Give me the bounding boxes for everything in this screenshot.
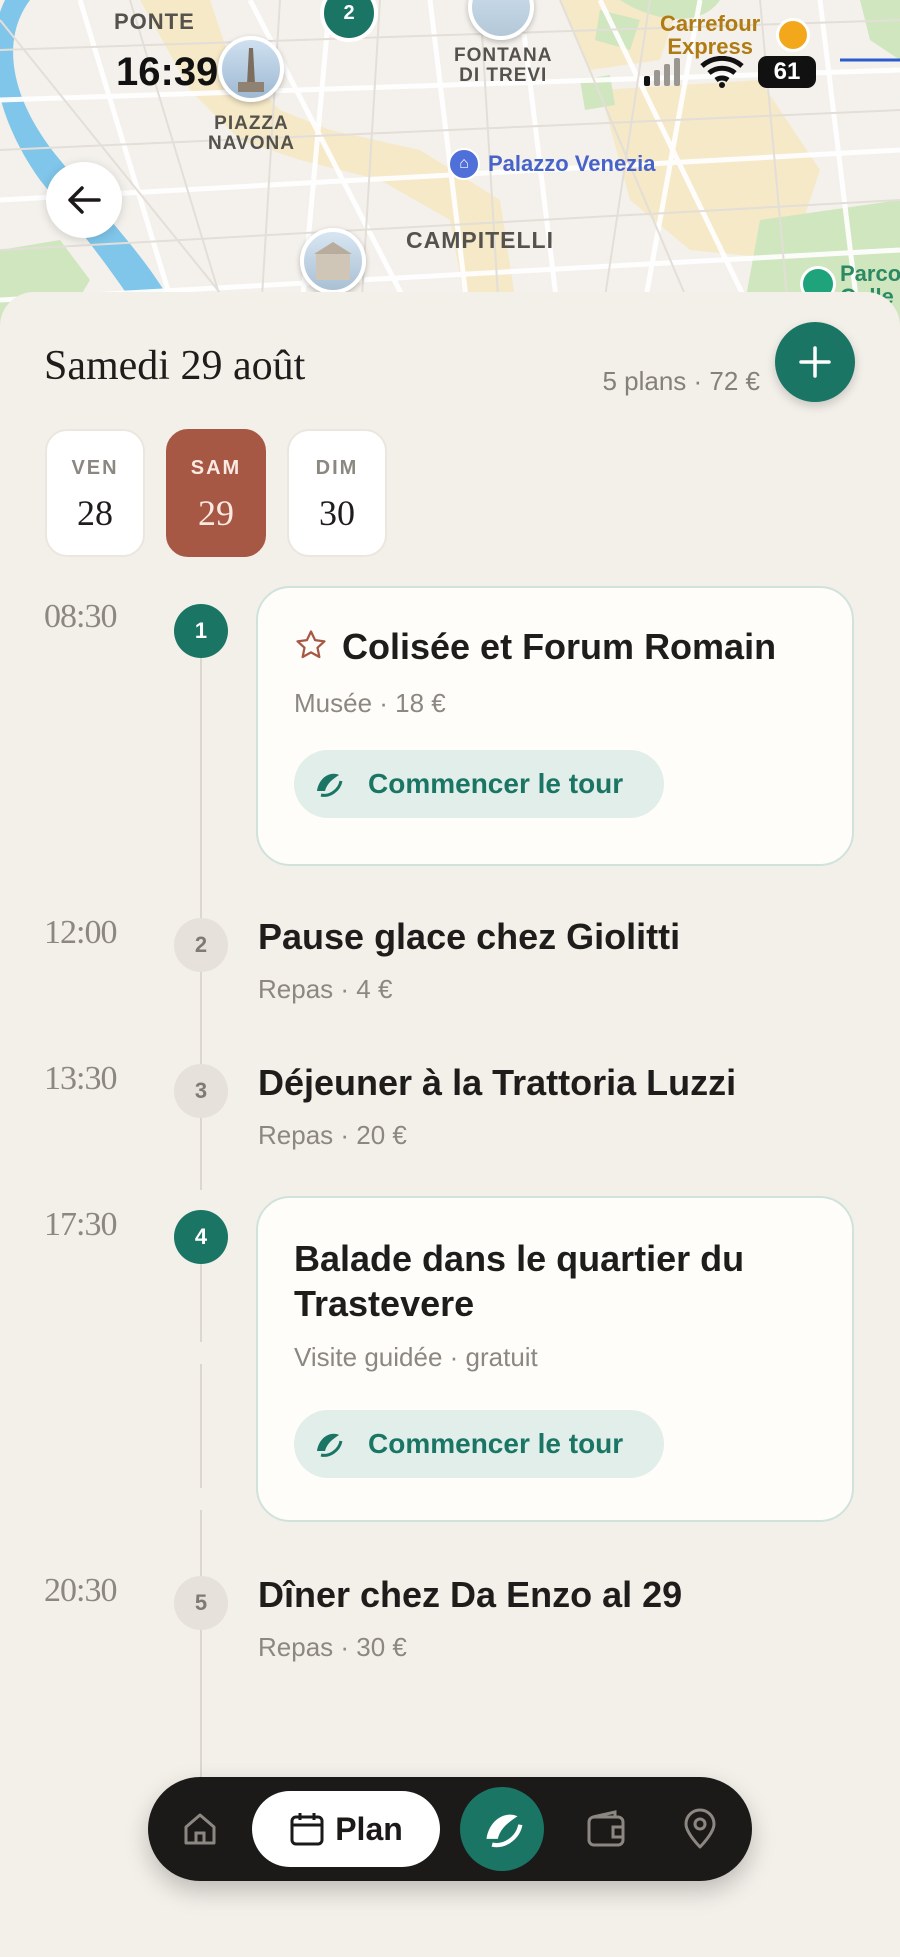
wifi-icon <box>700 55 744 93</box>
day-pill-number: 28 <box>77 493 113 533</box>
plus-icon <box>799 346 831 378</box>
timeline-line <box>200 1364 202 1488</box>
page-title: Samedi 29 août <box>44 343 306 389</box>
plan-index-badge: 4 <box>174 1210 228 1264</box>
start-tour-label: Commencer le tour <box>368 768 624 799</box>
plan-meta: Repas · 30 € <box>258 1632 407 1662</box>
map-label-parco-line1: Parco <box>840 261 900 286</box>
day-pill-number: 29 <box>198 493 234 533</box>
nav-home-button[interactable] <box>170 1799 230 1859</box>
start-tour-label: Commencer le tour <box>368 1428 624 1459</box>
plan-title: Colisée et Forum Romain <box>342 626 777 667</box>
nav-tour-button[interactable] <box>460 1787 544 1871</box>
location-pin-icon <box>684 1808 716 1849</box>
map-label-carrefour-line1: Carrefour <box>660 11 761 36</box>
map-label-ponte: PONTE <box>114 9 195 34</box>
day-pill-sun[interactable]: DIM 30 <box>287 429 387 557</box>
plan-title-line1: Balade dans le quartier du <box>294 1238 745 1279</box>
tour-logo-icon <box>302 758 354 810</box>
plan-index-badge: 3 <box>174 1064 228 1118</box>
nav-wallet-button[interactable] <box>576 1799 636 1859</box>
plan-index-badge: 5 <box>174 1576 228 1630</box>
nav-map-button[interactable] <box>670 1799 730 1859</box>
plan-time: 13:30 <box>44 1060 117 1097</box>
map-label-campitelli: CAMPITELLI <box>406 227 554 253</box>
plan-title: Pause glace chez Giolitti <box>258 916 681 957</box>
plan-meta: Visite guidée · gratuit <box>294 1342 538 1372</box>
wallet-icon <box>587 1810 625 1847</box>
cellular-signal-icon <box>644 58 684 91</box>
day-pill-sat[interactable]: SAM 29 <box>166 429 266 557</box>
back-button[interactable] <box>46 162 122 238</box>
map-label-trevi-line2: DI TREVI <box>459 64 548 86</box>
day-pill-name: DIM <box>315 457 359 479</box>
tour-logo-icon <box>302 1418 354 1470</box>
start-tour-button[interactable]: Commencer le tour <box>294 750 664 818</box>
plan-meta: Repas · 4 € <box>258 974 393 1004</box>
calendar-icon <box>290 1813 324 1846</box>
plan-time: 20:30 <box>44 1572 117 1609</box>
app-root: PONTE PIAZZA NAVONA FONTANA DI TREVI Car… <box>0 0 900 1957</box>
battery-indicator: 61 <box>758 56 816 88</box>
bottom-nav: Plan <box>148 1777 752 1881</box>
plan-card[interactable]: Colisée et Forum Romain Musée · 18 € Com… <box>256 586 854 866</box>
home-icon <box>184 1813 216 1845</box>
plan-title: Dîner chez Da Enzo al 29 <box>258 1574 683 1615</box>
plans-summary: 5 plans · 72 € <box>602 366 760 396</box>
day-pill-fri[interactable]: VEN 28 <box>45 429 145 557</box>
plan-time: 12:00 <box>44 914 117 951</box>
map-label-navona-line2: NAVONA <box>208 132 295 154</box>
map-view[interactable]: PONTE PIAZZA NAVONA FONTANA DI TREVI Car… <box>0 0 900 330</box>
building-icon <box>314 242 352 280</box>
nav-plan-button[interactable]: Plan <box>252 1791 440 1867</box>
plan-index-badge: 1 <box>174 604 228 658</box>
poi-photo-navona[interactable] <box>218 36 284 102</box>
status-time: 16:39 <box>116 50 219 94</box>
cart-icon[interactable] <box>776 18 810 52</box>
plan-title: Déjeuner à la Trattoria Luzzi <box>258 1062 737 1103</box>
map-label-trevi-line1: FONTANA <box>454 45 553 66</box>
day-plan-sheet: Samedi 29 août 5 plans · 72 € VEN 28 SAM… <box>0 292 900 1957</box>
map-label-carrefour: Carrefour Express <box>660 12 760 58</box>
map-label-navona: PIAZZA NAVONA <box>208 114 295 154</box>
plan-card[interactable]: Balade dans le quartier du Trastevere Vi… <box>256 1196 854 1522</box>
plan-title: Balade dans le quartier du Trastevere <box>294 1236 744 1327</box>
back-arrow-icon <box>68 186 101 214</box>
plan-title-line2: Trastevere <box>294 1283 475 1325</box>
map-label-trevi: FONTANA DI TREVI <box>454 46 552 86</box>
add-plan-button[interactable] <box>775 322 855 402</box>
star-icon[interactable] <box>294 628 328 662</box>
map-label-navona-line1: PIAZZA <box>214 113 289 134</box>
plan-time: 17:30 <box>44 1206 117 1243</box>
plan-meta: Musée · 18 € <box>294 688 446 718</box>
plan-index-badge: 2 <box>174 918 228 972</box>
day-pill-name: VEN <box>71 457 119 479</box>
plan-meta: Repas · 20 € <box>258 1120 407 1150</box>
map-label-carrefour-line2: Express <box>667 34 753 60</box>
map-label-venezia: Palazzo Venezia <box>488 151 656 176</box>
day-pill-number: 30 <box>319 493 355 533</box>
day-pill-name: SAM <box>190 457 242 479</box>
tour-logo-icon <box>486 1814 523 1848</box>
start-tour-button[interactable]: Commencer le tour <box>294 1410 664 1478</box>
obelisk-icon <box>238 48 264 92</box>
poi-photo-campitelli[interactable] <box>300 228 366 294</box>
plan-time: 08:30 <box>44 598 117 635</box>
museum-icon[interactable]: ⌂ <box>448 148 480 180</box>
nav-plan-label: Plan <box>335 1810 403 1847</box>
